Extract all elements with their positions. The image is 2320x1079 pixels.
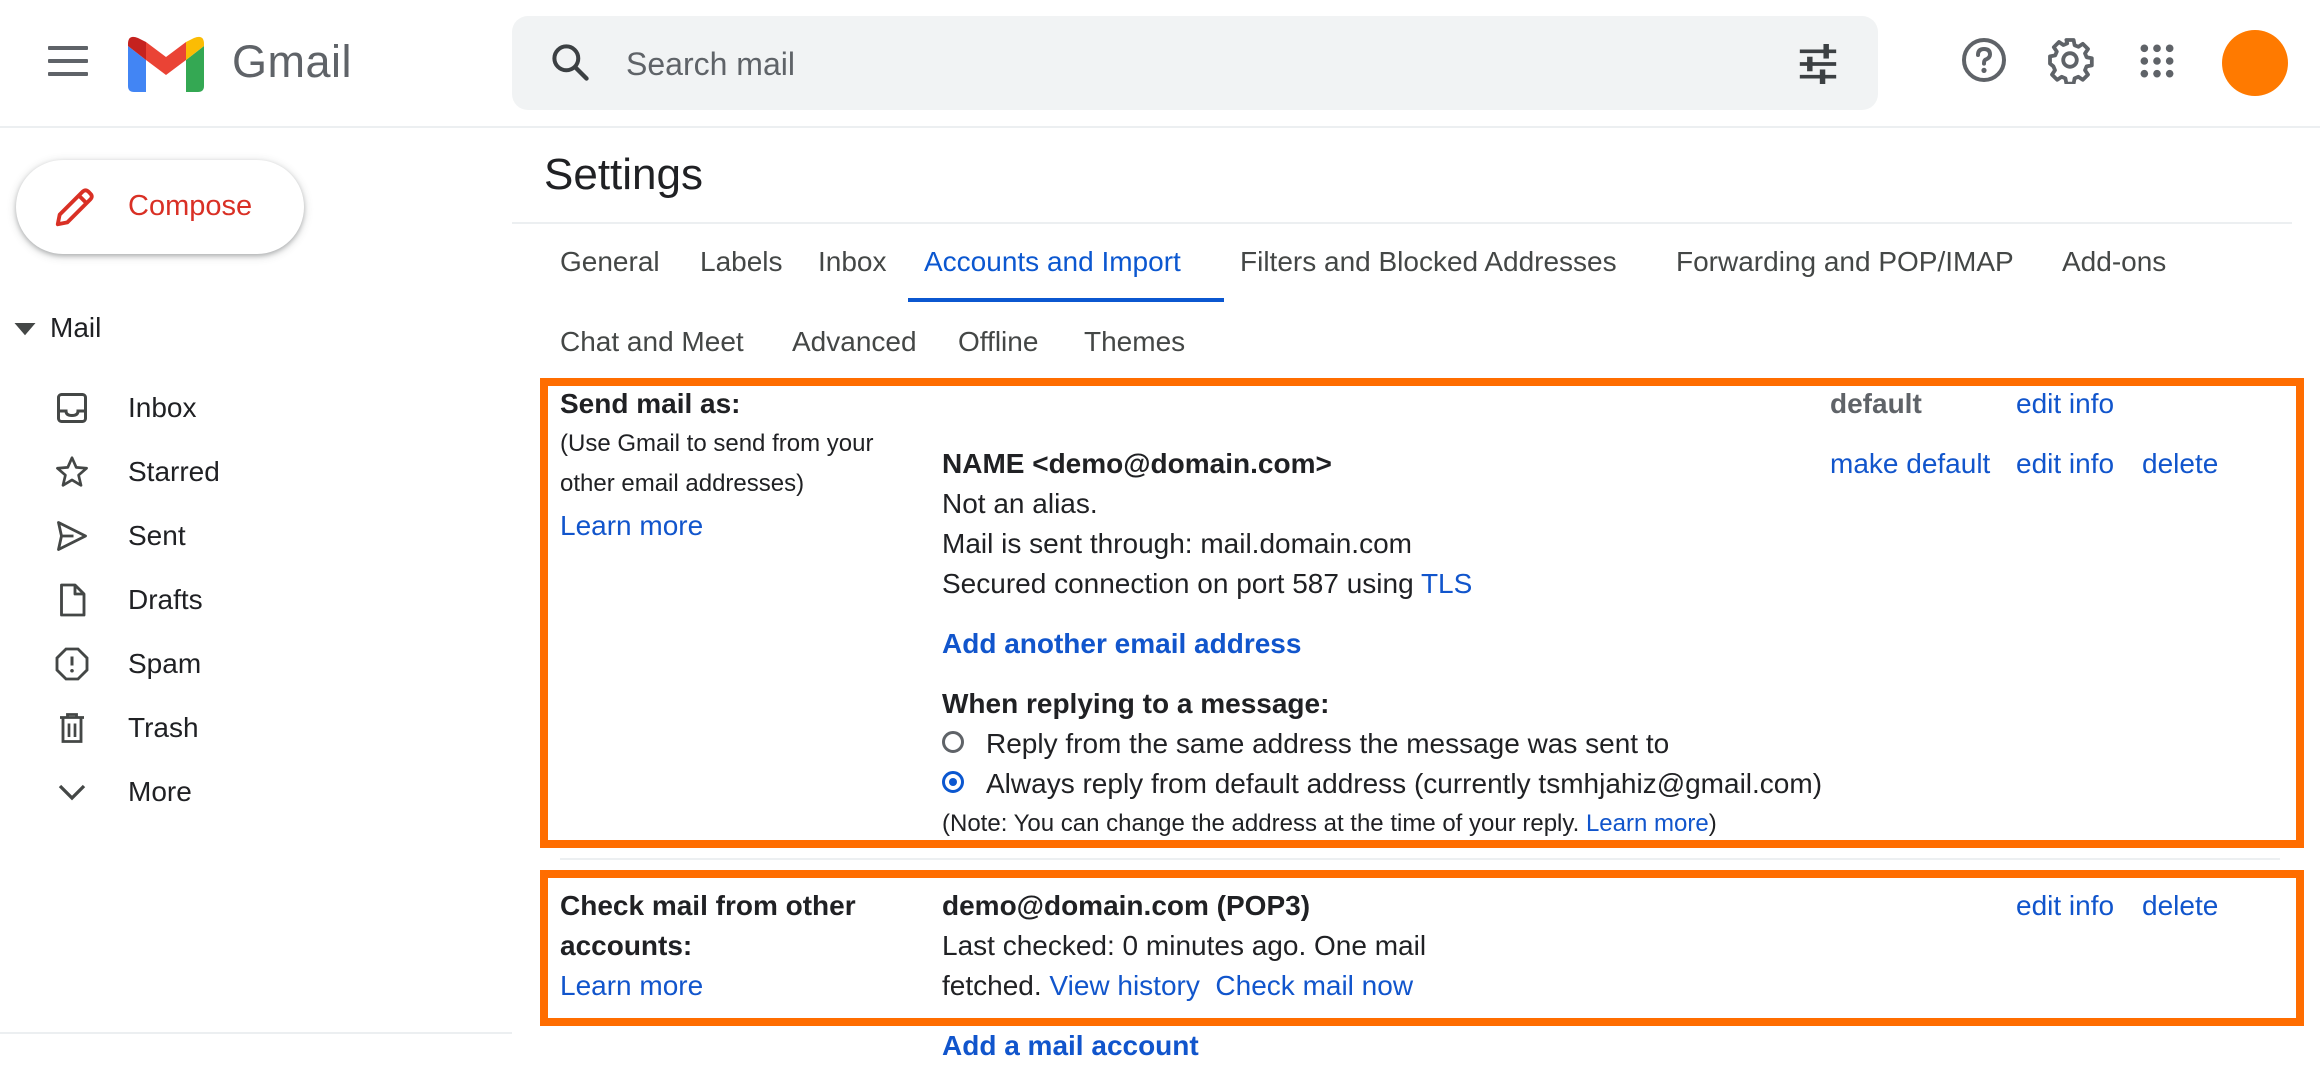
pencil-icon (52, 184, 98, 235)
fetched-status: fetched. View history Check mail now (942, 970, 1413, 1002)
nav-label: Drafts (128, 584, 203, 615)
nav-item-more[interactable]: More (0, 762, 500, 822)
view-history-link[interactable]: View history (1049, 970, 1199, 1001)
check-mail-now-link[interactable]: Check mail now (1215, 970, 1413, 1001)
gmail-wordmark: Gmail (232, 36, 353, 87)
delete-link[interactable]: delete (2142, 890, 2218, 922)
main-menu-icon[interactable] (48, 46, 88, 80)
note-learn-more-link[interactable]: Learn more (1586, 810, 1709, 837)
help-icon[interactable] (1960, 36, 2008, 89)
nav-item-trash[interactable]: Trash (0, 698, 500, 758)
mail-section-header[interactable]: Mail (14, 312, 101, 344)
send-as-address: NAME <demo@domain.com> (942, 448, 1332, 479)
page-title: Settings (544, 150, 703, 199)
send-mail-as-description: other email addresses) (560, 470, 805, 497)
check-mail-learn-more-link[interactable]: Learn more (560, 970, 703, 1002)
sidebar-divider (0, 1032, 512, 1034)
search-input[interactable] (624, 36, 1728, 92)
draft-icon (54, 582, 90, 623)
reply-same-address-radio[interactable] (942, 731, 964, 753)
add-another-email-link[interactable]: Add another email address (942, 628, 1301, 660)
reply-option-label[interactable]: Always reply from default address (curre… (986, 768, 1822, 800)
gmail-logo-icon[interactable] (128, 36, 204, 97)
top-bar: Gmail (0, 0, 2320, 128)
section-divider (560, 858, 2280, 860)
reply-note: (Note: You can change the address at the… (942, 810, 1717, 838)
edit-info-link[interactable]: edit info (2016, 890, 2114, 922)
nav-label: Trash (128, 712, 199, 743)
reply-heading: When replying to a message: (942, 688, 1330, 719)
add-mail-account-link[interactable]: Add a mail account (942, 1030, 1199, 1062)
tab-labels[interactable]: Labels (700, 246, 783, 278)
edit-info-link[interactable]: edit info (2016, 448, 2114, 480)
reply-option-label[interactable]: Reply from the same address the message … (986, 728, 1669, 760)
last-checked-status: Last checked: 0 minutes ago. One mail (942, 930, 1427, 961)
spam-icon (54, 646, 90, 687)
tab-add-ons[interactable]: Add-ons (2062, 246, 2166, 278)
send-mail-as-description: (Use Gmail to send from your (560, 430, 874, 457)
search-icon[interactable] (548, 40, 592, 89)
compose-label: Compose (128, 190, 253, 222)
check-mail-heading: Check mail from other (560, 890, 856, 921)
caret-down-icon (14, 322, 36, 335)
tab-themes[interactable]: Themes (1084, 326, 1185, 358)
nav-item-inbox[interactable]: Inbox (0, 378, 500, 438)
secured-connection: Secured connection on port 587 using TLS (942, 568, 1472, 600)
default-label: default (1830, 388, 1922, 419)
search-options-icon[interactable] (1796, 44, 1840, 89)
settings-gear-icon[interactable] (2046, 36, 2094, 89)
tab-advanced[interactable]: Advanced (792, 326, 917, 358)
reply-default-address-radio[interactable] (942, 771, 964, 793)
tab-accounts-and-import[interactable]: Accounts and Import (924, 246, 1181, 278)
pop3-account: demo@domain.com (POP3) (942, 890, 1311, 921)
fetched-text: fetched. (942, 970, 1042, 1001)
tab-forwarding-and-pop-imap[interactable]: Forwarding and POP/IMAP (1676, 246, 2014, 278)
title-divider (512, 222, 2292, 224)
nav-item-drafts[interactable]: Drafts (0, 570, 500, 630)
tab-filters-and-blocked-addresses[interactable]: Filters and Blocked Addresses (1240, 246, 1617, 278)
nav-item-sent[interactable]: Sent (0, 506, 500, 566)
send-mail-as-learn-more-link[interactable]: Learn more (560, 510, 703, 542)
send-icon (54, 518, 90, 559)
tab-chat-and-meet[interactable]: Chat and Meet (560, 326, 744, 358)
reply-note-text: (Note: You can change the address at the… (942, 810, 1580, 837)
delete-link[interactable]: delete (2142, 448, 2218, 480)
tls-link[interactable]: TLS (1421, 568, 1472, 599)
reply-note-close: ) (1708, 810, 1717, 837)
nav-item-spam[interactable]: Spam (0, 634, 500, 694)
search-bar[interactable] (512, 16, 1878, 110)
tab-inbox[interactable]: Inbox (818, 246, 887, 278)
nav-label: More (128, 776, 192, 807)
secured-connection-text: Secured connection on port 587 using (942, 568, 1414, 599)
star-icon (54, 454, 90, 495)
check-mail-heading: accounts: (560, 930, 693, 961)
mail-section-label: Mail (50, 312, 102, 343)
nav-label: Spam (128, 648, 202, 679)
nav-label: Inbox (128, 392, 197, 423)
inbox-icon (54, 390, 90, 431)
chevron-down-icon (54, 774, 90, 815)
account-avatar[interactable] (2222, 30, 2288, 96)
tab-general[interactable]: General (560, 246, 660, 278)
send-mail-as-heading: Send mail as: (560, 388, 741, 419)
nav-label: Sent (128, 520, 186, 551)
tab-offline[interactable]: Offline (958, 326, 1038, 358)
trash-icon (54, 710, 90, 751)
make-default-link[interactable]: make default (1830, 448, 1990, 480)
alias-status: Not an alias. (942, 488, 1098, 519)
compose-button[interactable]: Compose (16, 160, 304, 254)
smtp-server: Mail is sent through: mail.domain.com (942, 528, 1412, 559)
edit-info-link[interactable]: edit info (2016, 388, 2114, 420)
apps-grid-icon[interactable] (2138, 42, 2176, 85)
nav-label: Starred (128, 456, 220, 487)
active-tab-indicator (908, 298, 1224, 302)
nav-item-starred[interactable]: Starred (0, 442, 500, 502)
